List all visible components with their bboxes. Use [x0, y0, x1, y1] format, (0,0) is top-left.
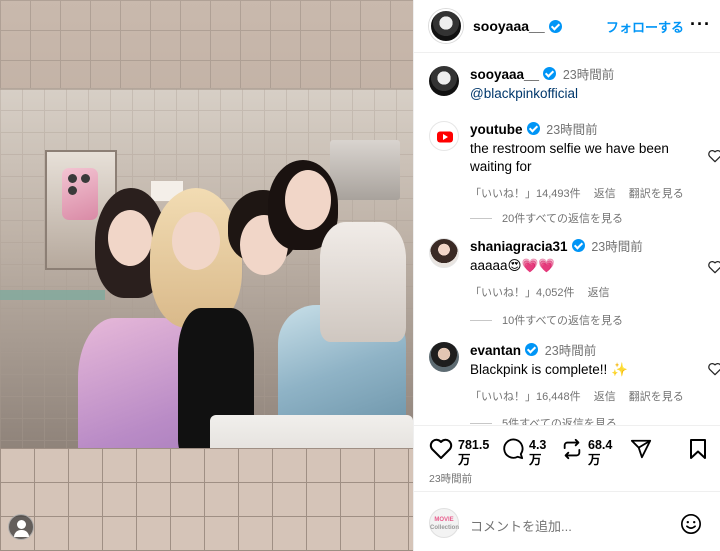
view-replies-link[interactable]: 10件すべての返信を見る: [470, 312, 623, 328]
comment-count: 4.3 万: [529, 438, 546, 468]
reply-button[interactable]: 返信: [594, 391, 616, 403]
like-count-value: 781.5: [458, 438, 490, 452]
comment-body: youtube 23時間前 the restroom selfie we hav…: [470, 121, 700, 201]
comment-likes[interactable]: 「いいね！」14,493件: [470, 188, 581, 200]
reply-button[interactable]: 返信: [594, 188, 616, 200]
comment-action[interactable]: 4.3 万: [502, 438, 546, 468]
tagged-users-icon[interactable]: [8, 514, 34, 540]
bookmark-icon[interactable]: [688, 438, 708, 460]
caption-header-line: sooyaaa__ 23時間前: [470, 66, 700, 84]
repost-count: 68.4 万: [588, 438, 612, 468]
comment-likes[interactable]: 「いいね！」16,448件: [470, 391, 581, 403]
more-dots-icon[interactable]: ···: [690, 14, 711, 35]
phone-camera-dot: [81, 174, 90, 183]
comment-body: evantan 23時間前 Blackpink is complete!! ✨ …: [470, 342, 700, 404]
verified-badge-icon: [525, 343, 539, 356]
follow-button[interactable]: フォローする: [606, 17, 684, 36]
comment-username[interactable]: shaniagracia31: [470, 239, 568, 254]
paper-towel-dispenser: [330, 140, 400, 200]
repost-count-value: 68.4: [588, 438, 613, 452]
comment-header-line: evantan 23時間前: [470, 342, 700, 360]
like-count: 781.5 万: [458, 438, 489, 468]
person-1-face: [108, 210, 152, 266]
commenter-avatar[interactable]: [429, 342, 459, 372]
verified-badge-icon: [543, 67, 557, 80]
comment-count-unit: 万: [529, 453, 542, 467]
floor-tiles: [0, 448, 413, 551]
comment-meta: 「いいね！」4,052件 返信: [470, 284, 700, 300]
author-avatar[interactable]: [429, 9, 463, 43]
comment-header-line: youtube 23時間前: [470, 121, 700, 139]
phone-camera-dot: [68, 174, 77, 183]
like-action[interactable]: 781.5 万: [429, 438, 489, 468]
logo-text-line-2: Collection: [430, 525, 460, 531]
comment-text-line-1: the restroom selfie we have been: [470, 141, 669, 156]
comment-meta: 「いいね！」14,493件 返信 翻訳を見る: [470, 185, 700, 201]
glass-shelf: [0, 290, 105, 300]
action-bar: 781.5 万 4.3 万 68.4 万 23時間前: [414, 425, 720, 491]
comment-text-line-2: waiting for: [470, 159, 532, 174]
translate-button[interactable]: 翻訳を見る: [629, 391, 684, 403]
mention-link[interactable]: @blackpinkofficial: [470, 85, 700, 102]
youtube-logo-icon: [437, 131, 453, 143]
comment-bubble-icon[interactable]: [502, 438, 524, 460]
person-2-face: [172, 212, 220, 270]
verified-badge-icon: [526, 122, 540, 135]
youtube-avatar[interactable]: [429, 121, 459, 151]
comment-time[interactable]: 23時間前: [546, 123, 597, 137]
translate-button[interactable]: 翻訳を見る: [629, 188, 684, 200]
comment-body: shaniagracia31 23時間前 aaaaa😍💗💗 「いいね！」4,05…: [470, 238, 700, 300]
comments-section[interactable]: sooyaaa__ 23時間前 @blackpinkofficial youtu…: [414, 53, 720, 425]
phone-in-hand: [62, 168, 98, 220]
person-4-face: [285, 170, 331, 230]
verified-badge-icon: [548, 19, 562, 33]
current-user-avatar[interactable]: MOVIE Collection: [429, 508, 459, 538]
comment-header-line: shaniagracia31 23時間前: [470, 238, 700, 256]
view-replies-link[interactable]: 5件すべての返信を見る: [470, 415, 617, 425]
commenter-avatar[interactable]: [429, 238, 459, 268]
comment-text: Blackpink is complete!! ✨: [470, 362, 628, 377]
heart-icon[interactable]: [707, 149, 720, 163]
share-paper-plane-icon[interactable]: [630, 438, 652, 460]
repost-icon[interactable]: [561, 438, 583, 460]
caption-body: sooyaaa__ 23時間前 @blackpinkofficial: [470, 66, 700, 102]
caption-avatar[interactable]: [429, 66, 459, 96]
heart-icon[interactable]: [707, 260, 720, 274]
author-username[interactable]: sooyaaa__: [473, 18, 545, 34]
comment-time[interactable]: 23時間前: [591, 240, 642, 254]
heart-icon[interactable]: [429, 438, 453, 460]
add-comment-bar: MOVIE Collection コメントを追加...: [414, 491, 720, 551]
repost-action[interactable]: 68.4 万: [561, 438, 612, 468]
comment-likes[interactable]: 「いいね！」4,052件: [470, 287, 575, 299]
person-4-dress: [320, 222, 406, 342]
post-photo[interactable]: [0, 0, 413, 551]
comment-input[interactable]: コメントを追加...: [470, 516, 572, 535]
reply-button[interactable]: 返信: [588, 287, 610, 299]
logo-text-line-1: MOVIE: [434, 517, 454, 523]
caption-time[interactable]: 23時間前: [563, 68, 614, 82]
comment-time[interactable]: 23時間前: [545, 344, 596, 358]
repost-count-unit: 万: [588, 453, 601, 467]
comment-text: aaaaa😍💗💗: [470, 258, 556, 273]
view-replies-link[interactable]: 20件すべての返信を見る: [470, 210, 623, 226]
comment-count-value: 4.3: [529, 438, 547, 452]
comment-username[interactable]: youtube: [470, 122, 523, 137]
save-action[interactable]: [688, 438, 708, 460]
comment-meta: 「いいね！」16,448件 返信 翻訳を見る: [470, 388, 700, 404]
verified-badge-icon: [571, 239, 585, 252]
post-timestamp[interactable]: 23時間前: [429, 471, 472, 486]
post-header: sooyaaa__ フォローする ···: [414, 0, 720, 53]
share-action[interactable]: [630, 438, 652, 460]
emoji-smile-icon[interactable]: [680, 513, 702, 535]
like-count-unit: 万: [458, 453, 471, 467]
post-side-panel: sooyaaa__ フォローする ··· sooyaaa__ 23時間前 @bl…: [413, 0, 720, 551]
comment-username[interactable]: evantan: [470, 343, 521, 358]
phone-camera-dot: [68, 186, 77, 195]
caption-username[interactable]: sooyaaa__: [470, 67, 539, 82]
heart-icon[interactable]: [707, 362, 720, 376]
